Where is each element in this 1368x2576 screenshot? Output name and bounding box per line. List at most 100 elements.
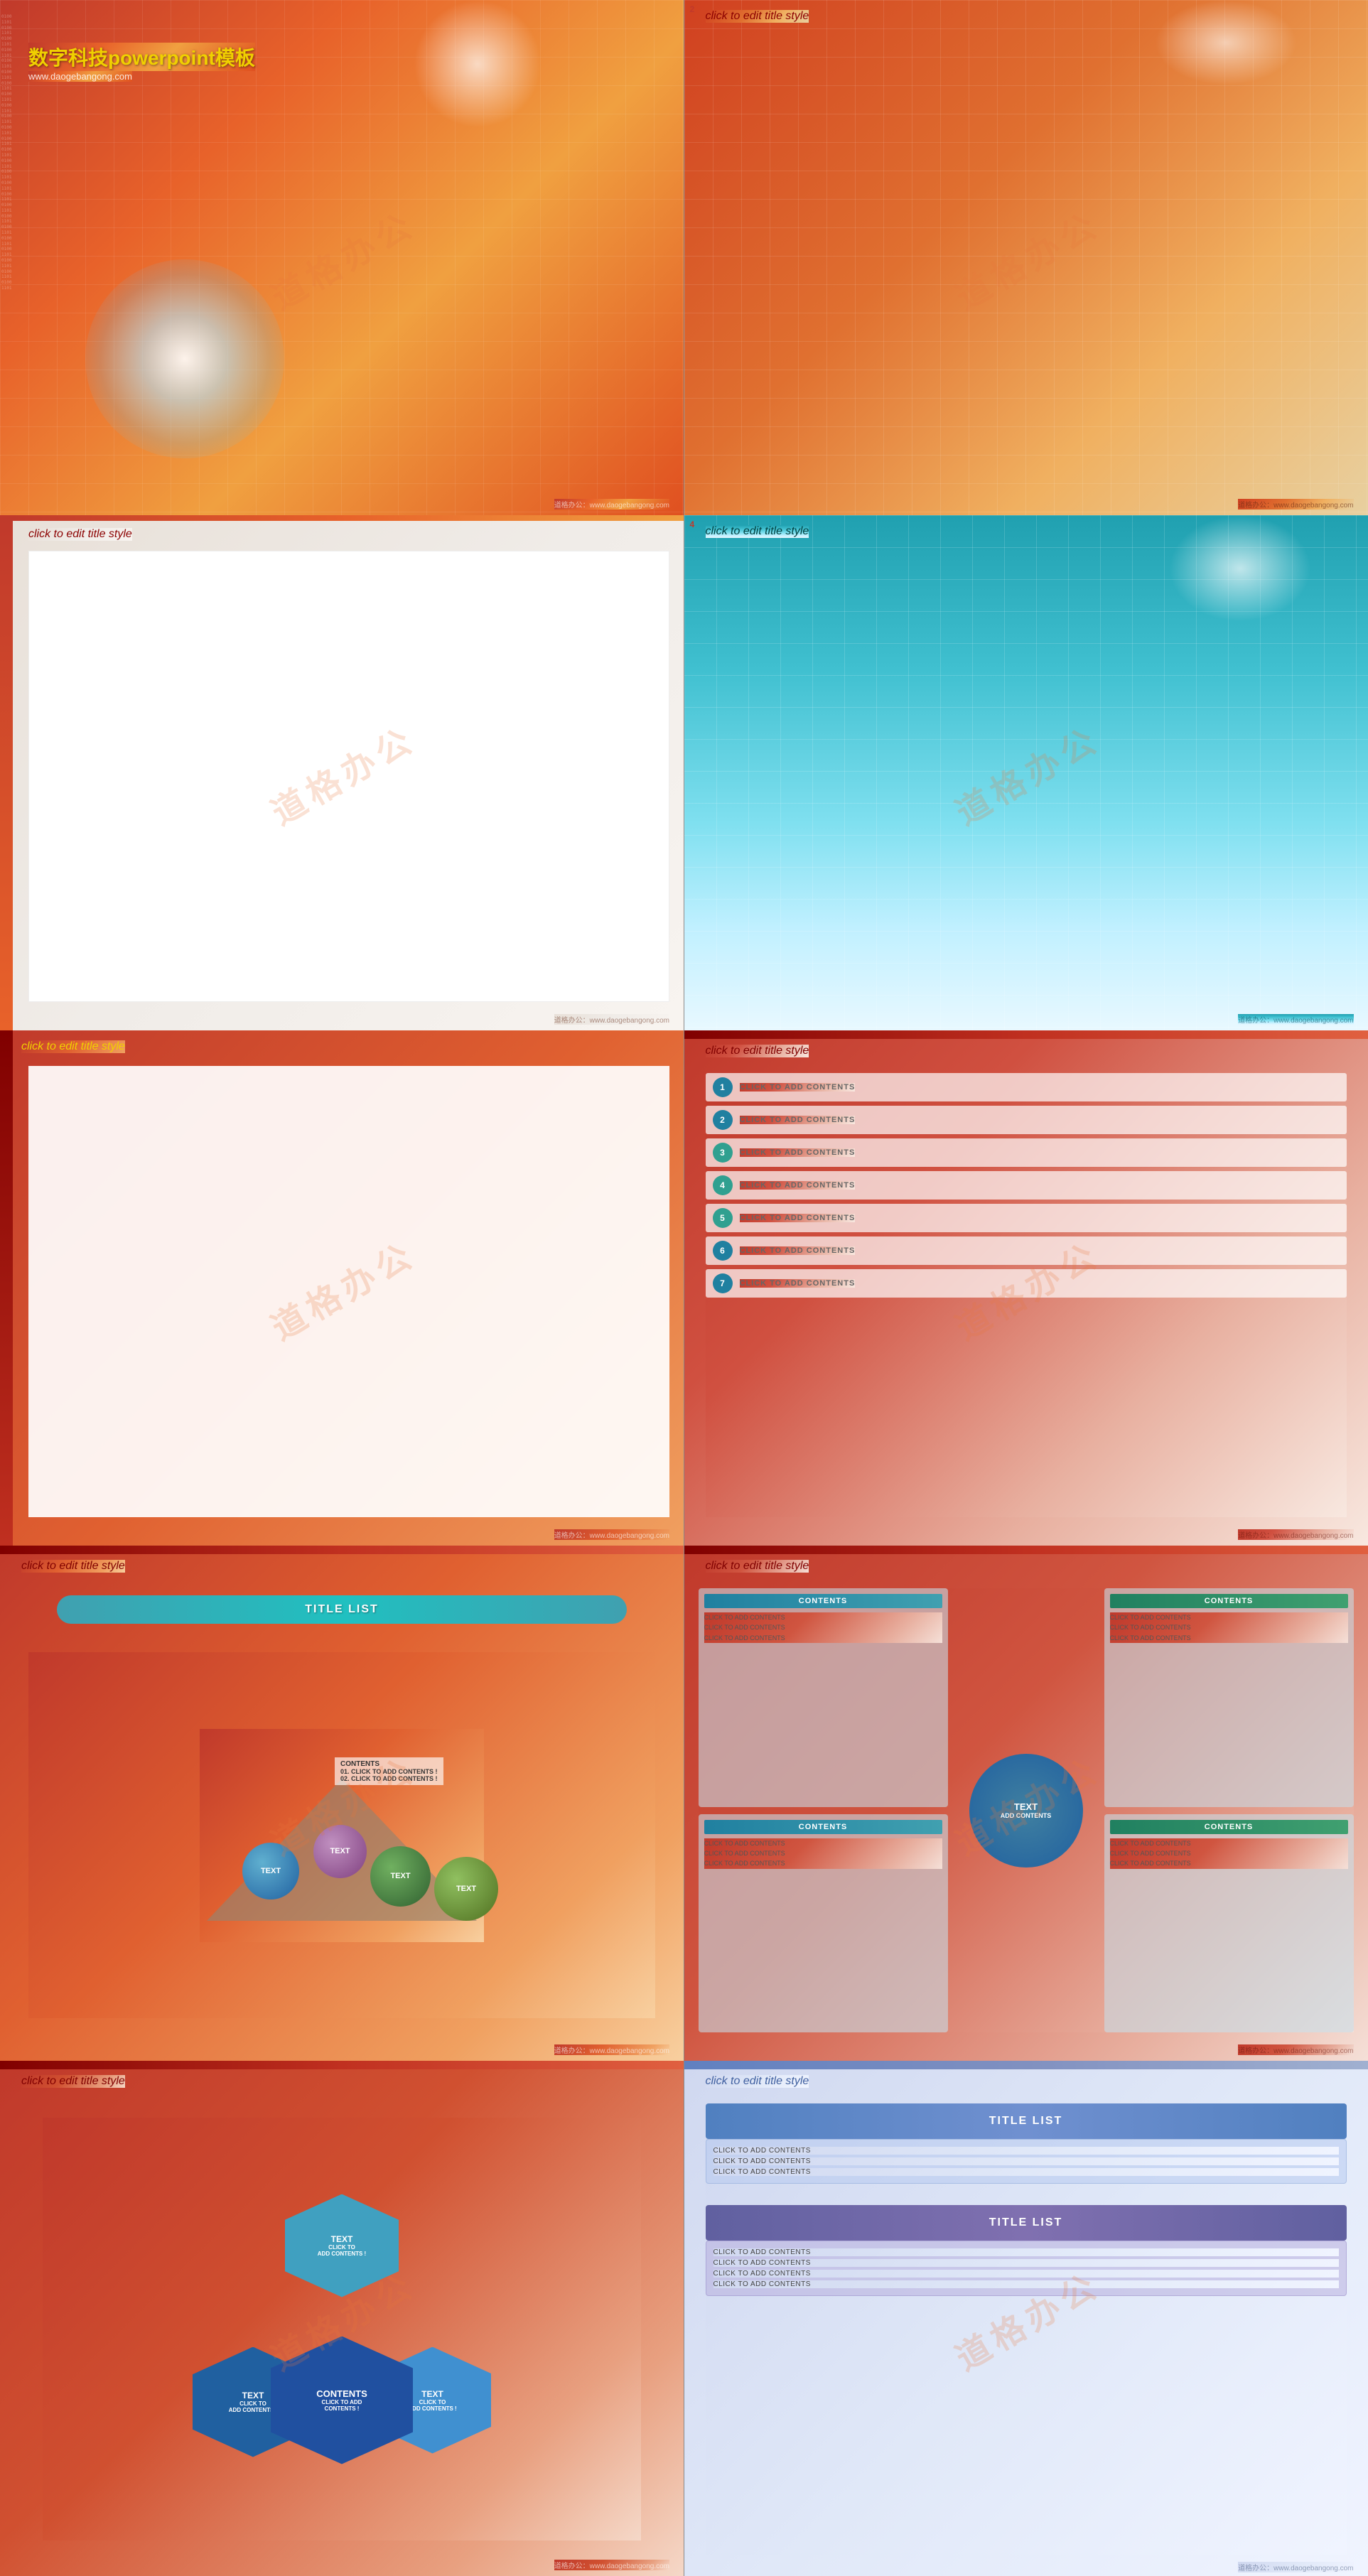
sphere-4: TEXT xyxy=(434,1857,498,1921)
slide-footer: 道格办公：www.daogebangong.com xyxy=(554,2044,669,2055)
top-bar xyxy=(684,2061,1368,2069)
card-2-text: CLICK TO ADD CONTENTS CLICK TO ADD CONTE… xyxy=(1110,1612,1348,1643)
slide-title[interactable]: click to edit title style xyxy=(21,2075,125,2088)
hex-bottom-center[interactable]: CONTENTS CLICK TO ADDCONTENTS ! xyxy=(271,2337,413,2464)
pyramid-base: CONTENTS 01. CLICK TO ADD CONTENTS ! 02.… xyxy=(200,1729,484,1942)
title-banner[interactable]: TITLE LIST xyxy=(57,1595,627,1624)
slide-number: 2 xyxy=(690,4,695,14)
sphere-1: TEXT xyxy=(242,1843,299,1899)
card-2[interactable]: CONTENTS CLICK TO ADD CONTENTS CLICK TO … xyxy=(1104,1588,1354,1807)
list-item[interactable]: 4 CLICK TO ADD CONTENTS xyxy=(706,1171,1347,1200)
card-4-line3: CLICK TO ADD CONTENTS xyxy=(1110,1858,1348,1868)
left-bar xyxy=(0,1030,13,1546)
hex-center-label: CONTENTS xyxy=(316,2388,367,2399)
box-2-line1: CLICK TO ADD CONTENTS xyxy=(713,2248,1339,2256)
top-bar xyxy=(0,2061,684,2069)
card-3[interactable]: CONTENTS CLICK TO ADD CONTENTS CLICK TO … xyxy=(699,1814,948,2033)
slide-title[interactable]: click to edit title style xyxy=(706,10,809,23)
slide-10: click to edit title style TITLE LIST CLI… xyxy=(684,2061,1368,2576)
card-3-line3: CLICK TO ADD CONTENTS xyxy=(704,1858,942,1868)
item-text-1: CLICK TO ADD CONTENTS xyxy=(740,1083,856,1092)
slide-6: click to edit title style 1 CLICK TO ADD… xyxy=(684,1030,1368,1546)
slide-title[interactable]: click to edit title style xyxy=(706,1560,809,1573)
top-bar xyxy=(684,1546,1368,1554)
box-2-line3: CLICK TO ADD CONTENTS xyxy=(713,2270,1339,2278)
top-glow xyxy=(414,0,542,128)
center-label: TEXT xyxy=(1014,1801,1038,1812)
list-item[interactable]: 2 CLICK TO ADD CONTENTS xyxy=(706,1106,1347,1134)
hex-br-label: TEXT xyxy=(421,2389,443,2399)
list-item[interactable]: 7 CLICK TO ADD CONTENTS xyxy=(706,1269,1347,1298)
sphere-3: TEXT xyxy=(370,1846,431,1907)
card-1[interactable]: CONTENTS CLICK TO ADD CONTENTS CLICK TO … xyxy=(699,1588,948,1807)
top-stripe xyxy=(13,515,684,521)
slide-title[interactable]: click to edit title style xyxy=(21,1560,125,1573)
item-text-4: CLICK TO ADD CONTENTS xyxy=(740,1181,856,1190)
card-2-line3: CLICK TO ADD CONTENTS xyxy=(1110,1633,1348,1643)
content-white[interactable] xyxy=(28,1066,669,1517)
slide-title[interactable]: 数字科技powerpoint模板 xyxy=(28,43,255,71)
contents-title: CONTENTS xyxy=(340,1760,438,1768)
slide-title[interactable]: click to edit title style xyxy=(706,1045,809,1057)
item-text-2: CLICK TO ADD CONTENTS xyxy=(740,1116,856,1124)
slide-3: click to edit title style 道格办公：www.daoge… xyxy=(0,515,684,1030)
bullet-7: 7 xyxy=(713,1273,733,1293)
bullet-2: 2 xyxy=(713,1110,733,1130)
card-2-header: CONTENTS xyxy=(1110,1594,1348,1608)
section-1: TITLE LIST CLICK TO ADD CONTENTS CLICK T… xyxy=(706,2103,1347,2184)
slide-title[interactable]: click to edit title style xyxy=(706,525,809,538)
slide-footer: 道格办公：www.daogebangong.com xyxy=(554,1014,669,1025)
slide-footer: 道格办公：www.daogebangong.com xyxy=(1238,1014,1353,1025)
cards-grid: CONTENTS CLICK TO ADD CONTENTS CLICK TO … xyxy=(699,1588,1354,2032)
card-4-line1: CLICK TO ADD CONTENTS xyxy=(1110,1838,1348,1848)
glow-top xyxy=(1155,0,1297,85)
slide-title[interactable]: click to edit title style xyxy=(21,1040,125,1053)
card-1-header: CONTENTS xyxy=(704,1594,942,1608)
list-item[interactable]: 5 CLICK TO ADD CONTENTS xyxy=(706,1204,1347,1232)
content-line-2: 02. CLICK TO ADD CONTENTS ! xyxy=(340,1775,438,1782)
section-2: TITLE LIST CLICK TO ADD CONTENTS CLICK T… xyxy=(706,2205,1347,2296)
content-box-1[interactable]: CLICK TO ADD CONTENTS CLICK TO ADD CONTE… xyxy=(706,2139,1347,2184)
contents-label: CONTENTS 01. CLICK TO ADD CONTENTS ! 02.… xyxy=(335,1757,443,1785)
slide-footer: 道格办公：www.daogebangong.com xyxy=(1238,2562,1353,2572)
slide-footer: 道格办公：www.daogebangong.com xyxy=(554,2560,669,2570)
card-4[interactable]: CONTENTS CLICK TO ADD CONTENTS CLICK TO … xyxy=(1104,1814,1354,2033)
left-bar xyxy=(0,515,13,1030)
title-banner-2[interactable]: TITLE LIST xyxy=(706,2205,1347,2241)
title-banner-1[interactable]: TITLE LIST xyxy=(706,2103,1347,2139)
sphere-2: TEXT xyxy=(313,1825,367,1878)
top-bar xyxy=(0,1546,684,1554)
slide-9: click to edit title style TEXT CLICK TOA… xyxy=(0,2061,684,2576)
slide-title[interactable]: click to edit title style xyxy=(28,528,132,541)
content-area[interactable] xyxy=(28,551,669,1002)
box-2-line4: CLICK TO ADD CONTENTS xyxy=(713,2280,1339,2288)
card-1-line2: CLICK TO ADD CONTENTS xyxy=(704,1622,942,1632)
list-item[interactable]: 3 CLICK TO ADD CONTENTS xyxy=(706,1138,1347,1167)
slide-subtitle: www.daogebangong.com xyxy=(28,71,132,82)
slide-footer: 道格办公：www.daogebangong.com xyxy=(1238,2044,1353,2055)
item-text-5: CLICK TO ADD CONTENTS xyxy=(740,1214,856,1222)
slide-grid: 0100110101001101010011010100110101001101… xyxy=(0,0,1368,2576)
center-circle[interactable]: TEXT ADD CONTENTS xyxy=(969,1754,1083,1868)
boxes-container: TITLE LIST CLICK TO ADD CONTENTS CLICK T… xyxy=(706,2103,1347,2555)
card-3-line2: CLICK TO ADD CONTENTS xyxy=(704,1848,942,1858)
hex-container: TEXT CLICK TOADD CONTENTS ! TEXT CLICK T… xyxy=(43,2118,641,2540)
item-text-3: CLICK TO ADD CONTENTS xyxy=(740,1148,856,1157)
hex-top[interactable]: TEXT CLICK TOADD CONTENTS ! xyxy=(285,2194,399,2297)
binary-strip: 0100110101001101010011010100110101001101… xyxy=(1,14,13,501)
list-item[interactable]: 6 CLICK TO ADD CONTENTS xyxy=(706,1236,1347,1265)
bullet-6: 6 xyxy=(713,1241,733,1261)
globe-glow xyxy=(85,259,284,458)
bullet-4: 4 xyxy=(713,1175,733,1195)
slide-number: 4 xyxy=(690,519,695,529)
box-1-line2: CLICK TO ADD CONTENTS xyxy=(713,2157,1339,2165)
card-2-line2: CLICK TO ADD CONTENTS xyxy=(1110,1622,1348,1632)
card-4-line2: CLICK TO ADD CONTENTS xyxy=(1110,1848,1348,1858)
hex-top-label: TEXT xyxy=(331,2234,353,2244)
list-item[interactable]: 1 CLICK TO ADD CONTENTS xyxy=(706,1073,1347,1101)
content-line-1: 01. CLICK TO ADD CONTENTS ! xyxy=(340,1768,438,1775)
card-4-header: CONTENTS xyxy=(1110,1820,1348,1834)
slide-title[interactable]: click to edit title style xyxy=(706,2075,809,2088)
bullet-1: 1 xyxy=(713,1077,733,1097)
content-box-2[interactable]: CLICK TO ADD CONTENTS CLICK TO ADD CONTE… xyxy=(706,2241,1347,2296)
